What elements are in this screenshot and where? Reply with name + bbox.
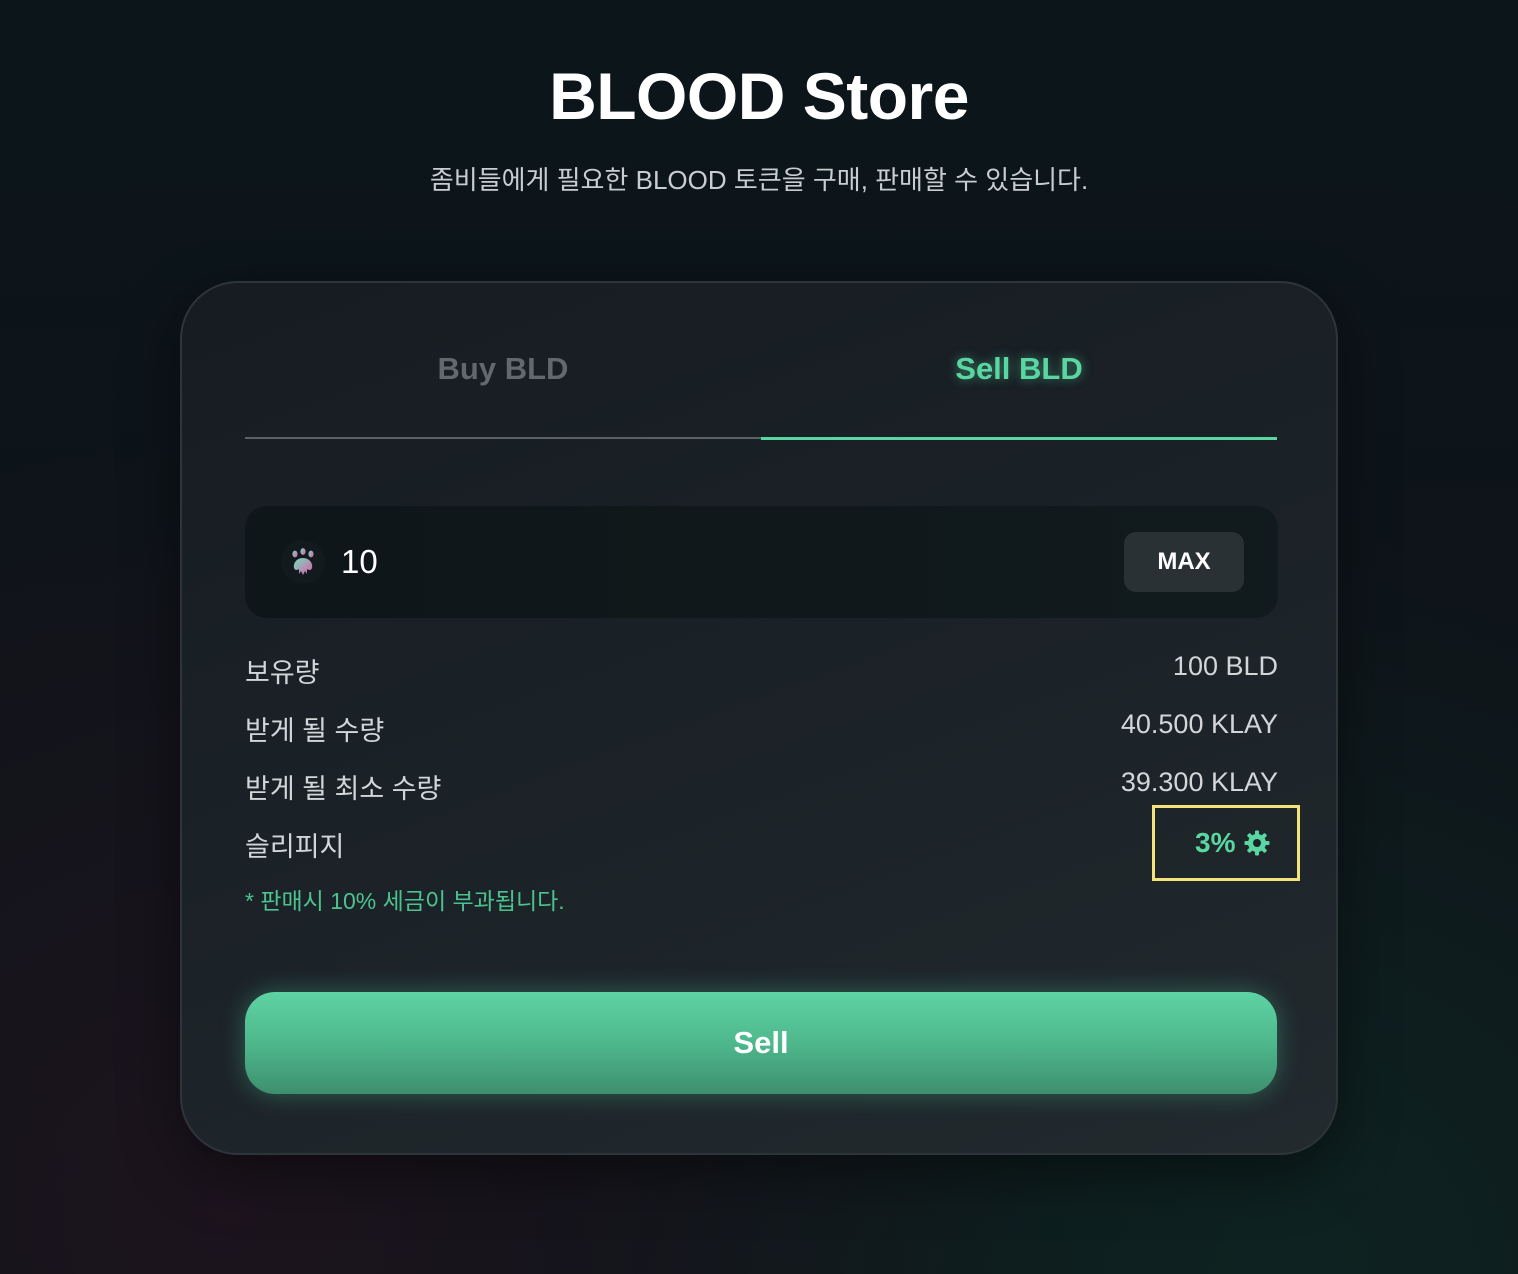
receive-value: 40.500 KLAY [1120,709,1278,739]
page-title: BLOOD Store [549,59,969,133]
receive-label: 받게 될 수량 [245,716,385,746]
balance-label: 보유량 [245,658,320,688]
min-receive-value: 39.300 KLAY [1120,767,1278,797]
slippage-label: 슬리피지 [245,832,345,862]
slippage-row: 슬리피지 [245,825,1278,865]
tab-buy-bld[interactable]: Buy BLD [245,333,761,439]
slippage-value: 3% [1195,827,1236,858]
amount-input[interactable] [341,534,1041,590]
page-subtitle: 좀비들에게 필요한 BLOOD 토큰을 구매, 판매할 수 있습니다. [429,165,1089,195]
tab-sell-bld[interactable]: Sell BLD [761,333,1277,440]
max-button[interactable]: MAX [1124,532,1244,592]
tax-note: * 판매시 10% 세금이 부과됩니다. [245,888,565,914]
store-card: Buy BLD Sell BLD MAX 보유량 100 B [180,281,1338,1155]
sell-button[interactable]: Sell [245,992,1277,1094]
blood-token-icon [281,540,325,584]
balance-row: 보유량 100 BLD [245,651,1278,691]
min-receive-row: 받게 될 최소 수량 39.300 KLAY [245,767,1278,807]
balance-value: 100 BLD [1172,651,1278,681]
tab-bar: Buy BLD Sell BLD [245,333,1277,440]
amount-input-box: MAX [245,506,1278,618]
slippage-settings-button[interactable]: 3% [1152,805,1300,881]
min-receive-label: 받게 될 최소 수량 [245,774,442,804]
gear-icon [1243,829,1271,857]
receive-row: 받게 될 수량 40.500 KLAY [245,709,1278,749]
